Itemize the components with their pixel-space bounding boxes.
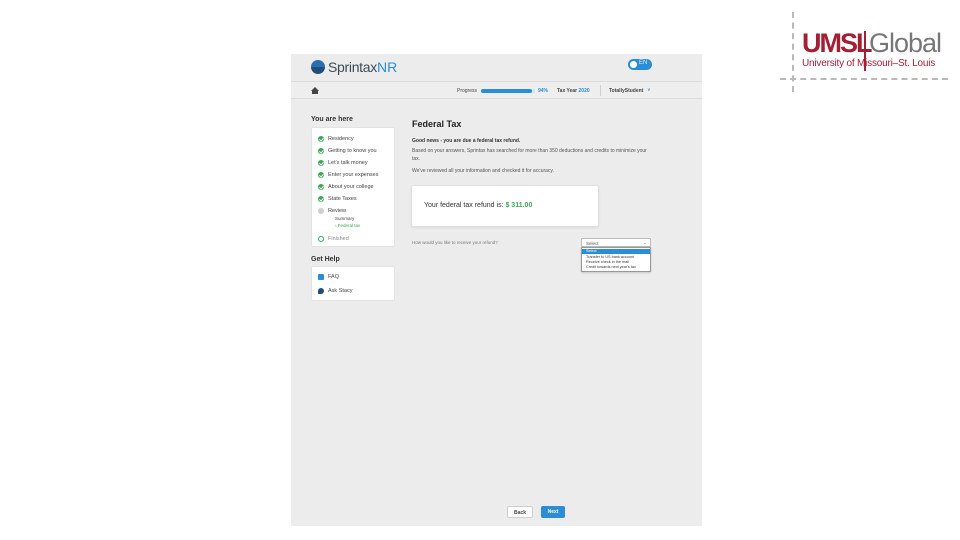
dropdown-option[interactable]: Select [582,249,650,254]
check-icon [318,184,324,190]
next-button[interactable]: Next [541,506,565,518]
chevron-down-icon: ⌄ [643,240,647,245]
refund-card: Your federal tax refund is: $ 311.00 [411,185,599,227]
sub-step-summary[interactable]: Summary [335,216,354,221]
step-finished: Finished [318,235,349,243]
progress-steps-panel: Residency Getting to know you Let's talk… [311,127,395,247]
tax-year-label: Tax Year [557,88,578,94]
page-title: Federal Tax [412,119,462,129]
step-label: Let's talk money [328,160,368,166]
step-about-college[interactable]: About your college [318,183,374,191]
step-residency[interactable]: Residency [318,135,354,143]
refund-method-dropdown: Select Transfer to US bank account Recei… [581,247,651,272]
back-button[interactable]: Back [507,506,533,518]
brand-name: Sprintax [328,59,377,75]
pending-icon [318,208,324,214]
logo-dashed-horizontal [780,78,948,80]
refund-method-select[interactable]: Select ⌄ [581,238,651,247]
step-label: Finished [328,236,349,242]
step-label: About your college [328,184,374,190]
topbar-divider [600,85,601,96]
help-item-ask-stacy[interactable]: Ask Stacy [318,287,352,295]
check-icon [318,196,324,202]
get-help-title: Get Help [311,256,340,263]
step-label: Review [328,208,347,214]
help-label: Ask Stacy [328,288,353,294]
description-text: Based on your answers, Sprintax has sear… [412,148,647,162]
dropdown-option[interactable]: Credit towards next year's tax [582,265,650,270]
sprintax-brand[interactable]: Sprintax NR [311,58,397,76]
check-icon [318,148,324,154]
check-icon [318,160,324,166]
flag-icon [318,236,324,242]
brand-suffix: NR [376,59,398,75]
refund-label: Your federal tax refund is: [424,202,504,209]
logo-global: Global [869,28,942,58]
you-are-here-title: You are here [311,116,353,123]
step-label: Enter your expenses [328,172,379,178]
progress-fill [481,89,532,93]
step-getting-to-know-you[interactable]: Getting to know you [318,147,377,155]
check-icon [318,136,324,142]
check-icon [318,172,324,178]
faq-icon [318,274,324,280]
refund-text: Your federal tax refund is: $ 311.00 [424,202,532,209]
progress-percent: 94% [538,88,549,94]
sprintax-logo-icon [311,60,325,74]
logo-subtitle: University of Missouri–St. Louis [802,58,936,69]
umsl-global-logo: UMSL Global University of Missouri–St. L… [780,12,950,94]
top-bar: Progress 94% Tax Year 2020 TotallyStuden… [291,81,702,99]
step-state-taxes[interactable]: State Taxes [318,195,357,203]
help-item-faq[interactable]: FAQ [318,273,339,281]
toggle-label: EN [639,60,648,66]
help-panel: FAQ Ask Stacy [311,266,395,301]
sprintax-screenshot: Sprintax NR EN Progress 94% Tax Year 2020… [291,54,702,526]
toggle-knob [630,61,637,68]
step-lets-talk-money[interactable]: Let's talk money [318,159,368,167]
progress-bar [481,89,535,93]
progress-label: Progress [457,88,478,94]
help-label: FAQ [328,274,340,280]
language-toggle[interactable]: EN [628,59,652,70]
select-value: Select [586,240,599,246]
user-menu[interactable]: TotallyStudent [609,88,643,94]
step-enter-expenses[interactable]: Enter your expenses [318,171,378,179]
logo-umsl: UMSL [802,28,872,58]
good-news-heading: Good news - you are due a federal tax re… [412,138,521,144]
step-label: Getting to know you [328,148,377,154]
home-icon[interactable] [311,87,319,94]
refund-amount: $ 311.00 [505,202,533,209]
step-review[interactable]: Review [318,207,346,215]
receive-refund-question: How would you like to receive your refun… [412,240,498,245]
review-note: We've reviewed all your information and … [412,168,554,174]
logo-dashed-vertical [792,12,794,92]
tax-year-value: 2020 [578,88,590,94]
step-label: Residency [328,136,354,142]
chevron-down-icon[interactable]: ∨ [647,87,651,93]
sub-step-federal-tax[interactable]: › Federal tax [335,223,360,228]
step-label: State Taxes [328,196,357,202]
chat-icon [318,288,324,294]
tax-year: Tax Year 2020 [557,88,590,94]
